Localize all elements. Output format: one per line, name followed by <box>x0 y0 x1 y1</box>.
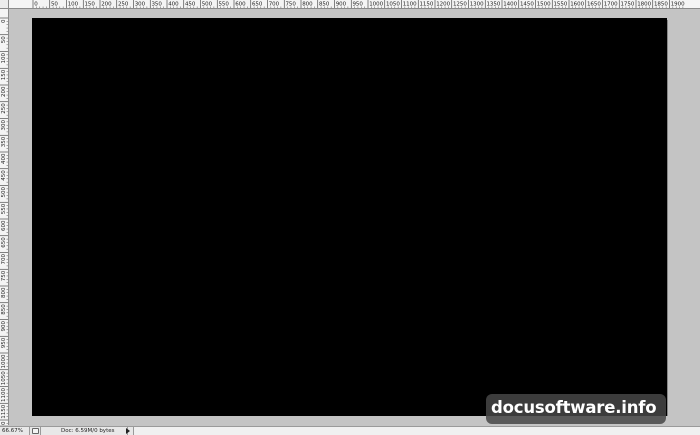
ruler-tick-label: 450 <box>1 170 7 181</box>
ruler-tick-label: 1200 <box>436 2 450 8</box>
ruler-tick-label: 950 <box>352 2 363 8</box>
ruler-tick-label: 1900 <box>671 2 685 8</box>
ruler-tick-label: 150 <box>84 2 95 8</box>
horizontal-scrollbar[interactable] <box>133 427 700 435</box>
ruler-tick-label: 850 <box>319 2 330 8</box>
ruler-tick-label: 1750 <box>620 2 634 8</box>
ruler-tick-label: 200 <box>1 86 7 97</box>
ruler-tick-label: 450 <box>185 2 196 8</box>
vertical-ruler[interactable]: 0 50 100 150 200 250 300 350 400 450 500 550 600 650 7… <box>0 9 9 425</box>
ruler-tick-label: 1550 <box>553 2 567 8</box>
ruler-tick-label: 900 <box>336 2 347 8</box>
status-bar: 66.67% Doc: 6.59M/0 bytes <box>0 426 700 435</box>
ruler-tick-label: 1500 <box>537 2 551 8</box>
ruler-tick-label: 150 <box>1 69 7 80</box>
status-menu-arrow-icon[interactable] <box>126 428 130 434</box>
ruler-tick-label: 1600 <box>570 2 584 8</box>
ruler-tick-label: 750 <box>285 2 296 8</box>
ruler-tick-label: 1150 <box>419 2 433 8</box>
ruler-tick-label: 300 <box>1 120 7 131</box>
horizontal-ruler[interactable]: 0 50 100 150 200 250 300 350 400 450 500 550 600 650 7… <box>9 0 700 9</box>
watermark-text: docusoftware.info <box>491 398 657 417</box>
ruler-tick-label: 1200 <box>1 421 7 425</box>
ruler-tick-label: 600 <box>1 220 7 231</box>
ruler-tick-label: 1800 <box>637 2 651 8</box>
document-size-info: Doc: 6.59M/0 bytes <box>40 427 128 435</box>
document-status-icon[interactable] <box>32 428 39 434</box>
ruler-tick-label: 500 <box>202 2 213 8</box>
ruler-tick-label: 550 <box>1 203 7 214</box>
ruler-tick-label: 1000 <box>369 2 383 8</box>
ruler-tick-label: 50 <box>1 36 7 43</box>
ruler-tick-label: 600 <box>235 2 246 8</box>
ruler-tick-label: 1850 <box>654 2 668 8</box>
ruler-tick-label: 700 <box>269 2 280 8</box>
ruler-tick-label: 800 <box>302 2 313 8</box>
ruler-tick-label: 200 <box>101 2 112 8</box>
ruler-tick-label: 400 <box>1 153 7 164</box>
ruler-tick-label: 300 <box>135 2 146 8</box>
ruler-tick-label: 1000 <box>1 354 7 368</box>
ruler-tick-label: 900 <box>1 321 7 332</box>
ruler-tick-label: 350 <box>151 2 162 8</box>
ruler-origin[interactable] <box>0 0 9 9</box>
status-divider <box>29 427 30 435</box>
ruler-tick-label: 1700 <box>604 2 618 8</box>
ruler-tick-label: 250 <box>1 103 7 114</box>
ruler-tick-label: 850 <box>1 304 7 315</box>
ruler-tick-label: 650 <box>252 2 263 8</box>
image-canvas[interactable] <box>32 18 667 416</box>
ruler-tick-label: 700 <box>1 254 7 265</box>
ruler-tick-label: 1300 <box>470 2 484 8</box>
ruler-tick-label: 950 <box>1 337 7 348</box>
ruler-tick-label: 1400 <box>503 2 517 8</box>
ruler-tick-label: 1350 <box>486 2 500 8</box>
ruler-tick-label: 1150 <box>1 404 7 418</box>
ruler-tick-label: 1650 <box>587 2 601 8</box>
ruler-tick-label: 100 <box>68 2 79 8</box>
ruler-tick-label: 50 <box>51 2 58 8</box>
ruler-tick-label: 1100 <box>403 2 417 8</box>
ruler-tick-label: 1250 <box>453 2 467 8</box>
ruler-tick-label: 750 <box>1 270 7 281</box>
ruler-tick-label: 0 <box>34 2 38 8</box>
ruler-tick-label: 400 <box>168 2 179 8</box>
watermark: docusoftware.info <box>486 394 666 424</box>
ruler-tick-label: 1100 <box>1 388 7 402</box>
ruler-tick-label: 0 <box>1 19 7 23</box>
ruler-tick-label: 250 <box>118 2 129 8</box>
ruler-tick-label: 100 <box>1 53 7 64</box>
zoom-level-field[interactable]: 66.67% <box>2 427 23 435</box>
ruler-tick-label: 500 <box>1 187 7 198</box>
ruler-tick-label: 350 <box>1 136 7 147</box>
ruler-tick-label: 1050 <box>1 371 7 385</box>
ruler-tick-label: 800 <box>1 287 7 298</box>
ruler-tick-label: 550 <box>218 2 229 8</box>
ruler-tick-label: 1050 <box>386 2 400 8</box>
ruler-tick-label: 1450 <box>520 2 534 8</box>
ruler-tick-label: 650 <box>1 237 7 248</box>
